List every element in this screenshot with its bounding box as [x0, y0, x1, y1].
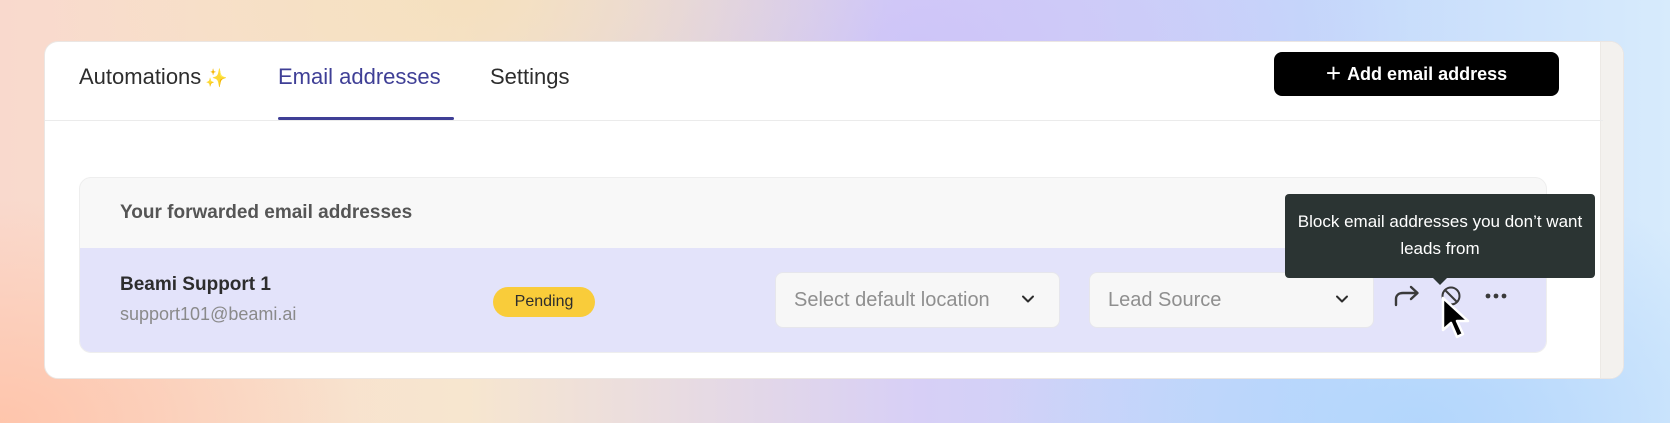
add-email-address-label: Add email address	[1347, 63, 1508, 84]
email-row-name: Beami Support 1	[120, 274, 271, 295]
plus-icon: +	[1325, 58, 1342, 88]
tab-automations[interactable]: Automations ✨	[79, 64, 228, 90]
default-location-placeholder: Select default location	[794, 288, 990, 311]
tab-email-addresses[interactable]: Email addresses	[278, 64, 441, 90]
tab-bar: Automations ✨ Email addresses Settings + …	[45, 42, 1603, 121]
tab-settings-label: Settings	[490, 64, 570, 89]
tooltip-text: Block email addresses you don’t want lea…	[1297, 212, 1583, 258]
scroll-gutter[interactable]	[1600, 42, 1623, 378]
sparkles-icon: ✨	[205, 68, 228, 88]
forward-icon[interactable]	[1393, 284, 1421, 308]
lead-source-select[interactable]: Lead Source	[1089, 272, 1374, 328]
tab-settings[interactable]: Settings	[490, 64, 570, 90]
tooltip-arrow	[1433, 278, 1447, 285]
mouse-pointer-icon	[1441, 296, 1470, 339]
chevron-down-icon	[1336, 295, 1348, 303]
add-email-address-button[interactable]: + Add email address	[1274, 52, 1559, 96]
active-tab-indicator	[278, 117, 454, 120]
default-location-select[interactable]: Select default location	[775, 272, 1060, 328]
email-row-address: support101@beami.ai	[120, 304, 297, 324]
tab-automations-label: Automations	[79, 64, 202, 89]
status-badge: Pending	[493, 287, 595, 317]
tab-email-addresses-label: Email addresses	[278, 64, 441, 89]
panel-title: Your forwarded email addresses	[120, 202, 413, 223]
block-tooltip: Block email addresses you don’t want lea…	[1285, 194, 1595, 285]
lead-source-placeholder: Lead Source	[1108, 288, 1222, 311]
chevron-down-icon	[1022, 295, 1034, 303]
more-icon[interactable]	[1484, 288, 1508, 304]
